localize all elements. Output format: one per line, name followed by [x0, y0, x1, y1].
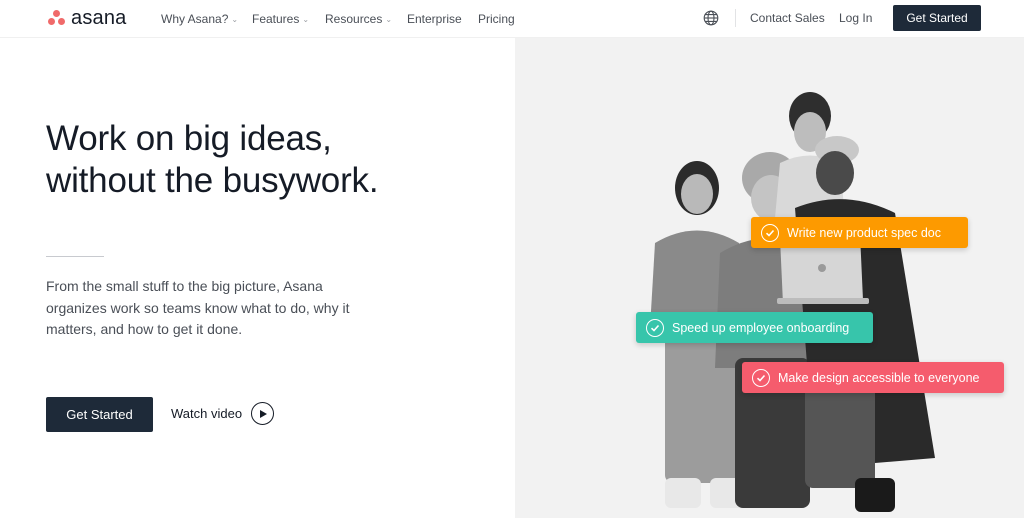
nav-link-features[interactable]: Features ⌄ — [252, 12, 309, 26]
task-tag-label: Speed up employee onboarding — [672, 320, 850, 335]
logo-text: asana — [71, 7, 127, 29]
task-tag-accessible-design: Make design accessible to everyone — [742, 362, 1004, 393]
top-nav: asana Why Asana? ⌄ Features ⌄ Resources … — [0, 0, 1024, 38]
task-tag-label: Make design accessible to everyone — [778, 370, 980, 385]
hero-divider — [46, 256, 104, 257]
nav-link-label: Features — [252, 12, 300, 26]
nav-link-pricing[interactable]: Pricing — [478, 12, 515, 26]
login-link[interactable]: Log In — [839, 11, 872, 25]
asana-logo-icon — [48, 10, 65, 26]
chevron-down-icon: ⌄ — [385, 14, 393, 24]
nav-divider — [735, 9, 736, 27]
contact-sales-link[interactable]: Contact Sales — [750, 11, 825, 25]
chevron-down-icon: ⌄ — [302, 14, 310, 24]
hero-team-photo — [515, 38, 1024, 518]
hero-title-line-1: Work on big ideas, — [46, 119, 332, 158]
checkmark-circle-icon — [646, 318, 664, 337]
hero-title-line-2: without the busywork. — [46, 161, 379, 200]
nav-link-label: Why Asana? — [161, 12, 229, 26]
checkmark-circle-icon — [752, 368, 770, 387]
nav-link-resources[interactable]: Resources ⌄ — [325, 12, 392, 26]
nav-get-started-button[interactable]: Get Started — [893, 5, 981, 31]
nav-link-enterprise[interactable]: Enterprise — [407, 12, 462, 26]
hero-subtitle: From the small stuff to the big picture,… — [46, 278, 350, 337]
nav-link-label: Resources — [325, 12, 383, 26]
hero-get-started-button[interactable]: Get Started — [46, 397, 153, 432]
task-tag-label: Write new product spec doc — [787, 225, 942, 240]
asana-logo[interactable]: asana — [48, 8, 127, 28]
watch-video-label: Watch video — [171, 406, 243, 421]
play-icon — [251, 402, 275, 425]
nav-link-label: Enterprise — [407, 12, 462, 26]
task-tag-product-spec: Write new product spec doc — [751, 217, 968, 248]
task-tag-onboarding: Speed up employee onboarding — [636, 312, 873, 343]
nav-link-label: Pricing — [478, 12, 515, 26]
team-illustration — [650, 92, 935, 512]
watch-video-link[interactable]: Watch video — [171, 402, 275, 425]
globe-icon[interactable] — [703, 10, 719, 26]
nav-link-why-asana[interactable]: Why Asana? ⌄ — [161, 12, 238, 26]
chevron-down-icon: ⌄ — [231, 14, 239, 24]
checkmark-circle-icon — [761, 223, 779, 242]
hero-title: Work on big ideas, without the busywork. — [46, 118, 486, 202]
